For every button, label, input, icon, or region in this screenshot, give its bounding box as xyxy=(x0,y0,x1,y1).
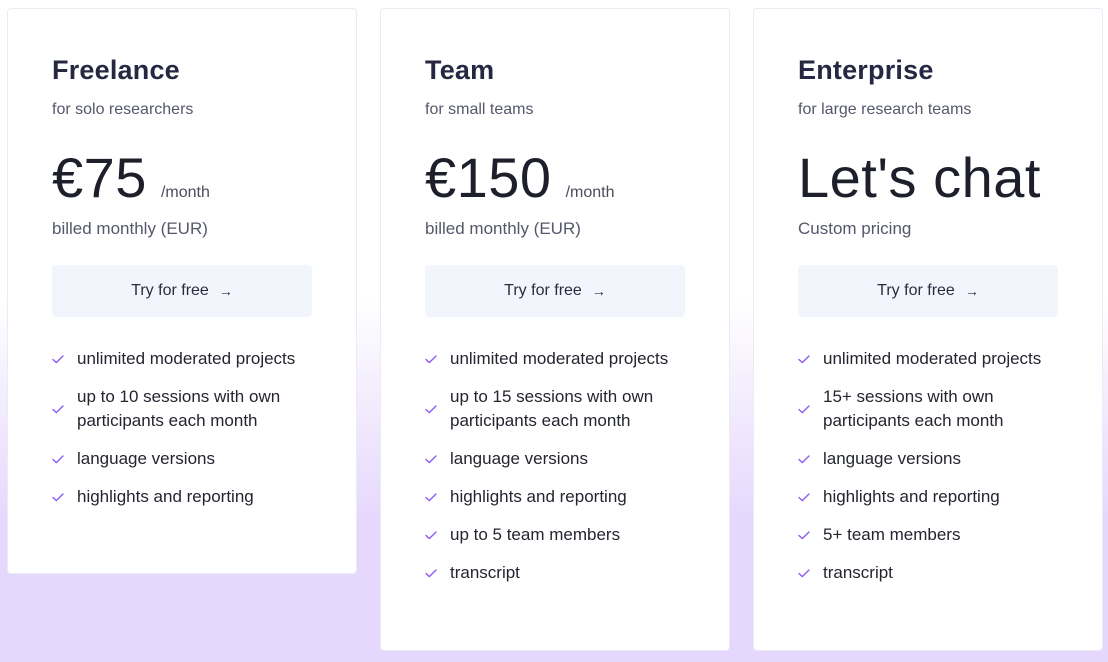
check-icon xyxy=(798,404,812,414)
check-icon xyxy=(425,454,439,464)
feature-text: language versions xyxy=(823,449,961,468)
cta-label: Try for free xyxy=(504,282,582,299)
plan-price: €150 xyxy=(425,146,552,209)
price-row: €150 /month xyxy=(425,145,615,210)
feature-item: highlights and reporting xyxy=(798,485,1068,509)
plan-subtitle: for solo researchers xyxy=(52,101,194,118)
check-icon xyxy=(52,454,66,464)
check-icon xyxy=(425,354,439,364)
feature-text: up to 5 team members xyxy=(450,525,621,544)
feature-item: highlights and reporting xyxy=(52,485,322,509)
feature-item: up to 15 sessions with own participants … xyxy=(425,385,695,433)
feature-text: transcript xyxy=(450,563,520,582)
check-icon xyxy=(798,492,812,502)
feature-text: up to 10 sessions with own participants … xyxy=(77,387,281,430)
feature-list: unlimited moderated projects up to 10 ses… xyxy=(52,347,322,523)
plan-price: €75 xyxy=(52,146,147,209)
feature-item: up to 10 sessions with own participants … xyxy=(52,385,322,433)
billing-note: billed monthly (EUR) xyxy=(52,219,208,238)
check-icon xyxy=(52,492,66,502)
check-icon xyxy=(425,530,439,540)
check-icon xyxy=(52,354,66,364)
plan-card-freelance: Freelance for solo researchers €75 /mont… xyxy=(7,8,357,574)
feature-text: highlights and reporting xyxy=(77,487,254,506)
plan-name: Freelance xyxy=(52,55,180,85)
check-icon xyxy=(52,404,66,414)
plan-card-team: Team for small teams €150 /month billed … xyxy=(380,8,730,651)
price-period: /month xyxy=(565,184,615,201)
cta-label: Try for free xyxy=(131,282,209,299)
plan-name: Team xyxy=(425,55,495,85)
feature-item: 15+ sessions with own participants each … xyxy=(798,385,1068,433)
feature-text: up to 15 sessions with own participants … xyxy=(450,387,654,430)
feature-text: unlimited moderated projects xyxy=(823,349,1042,368)
try-for-free-button[interactable]: Try for free → xyxy=(425,265,685,317)
check-icon xyxy=(798,530,812,540)
arrow-right-icon: → xyxy=(218,283,233,299)
price-period: /month xyxy=(160,184,210,201)
check-icon xyxy=(798,454,812,464)
feature-item: language versions xyxy=(425,447,695,471)
feature-item: unlimited moderated projects xyxy=(798,347,1068,371)
feature-text: transcript xyxy=(823,563,893,582)
feature-text: language versions xyxy=(450,449,588,468)
feature-item: transcript xyxy=(798,561,1068,585)
try-for-free-button[interactable]: Try for free → xyxy=(798,265,1058,317)
feature-item: transcript xyxy=(425,561,695,585)
plan-subtitle: for large research teams xyxy=(798,101,972,118)
arrow-right-icon: → xyxy=(591,283,606,299)
feature-text: unlimited moderated projects xyxy=(450,349,669,368)
check-icon xyxy=(798,354,812,364)
price-row: €75 /month xyxy=(52,145,210,210)
billing-note: Custom pricing xyxy=(798,219,912,238)
feature-item: language versions xyxy=(52,447,322,471)
plan-name: Enterprise xyxy=(798,55,934,85)
feature-item: unlimited moderated projects xyxy=(52,347,322,371)
cta-label: Try for free xyxy=(877,282,955,299)
feature-text: unlimited moderated projects xyxy=(77,349,296,368)
check-icon xyxy=(425,568,439,578)
feature-text: highlights and reporting xyxy=(450,487,627,506)
feature-text: highlights and reporting xyxy=(823,487,1000,506)
arrow-right-icon: → xyxy=(964,283,979,299)
feature-text: 5+ team members xyxy=(823,525,961,544)
feature-item: unlimited moderated projects xyxy=(425,347,695,371)
price-row: Let's chat xyxy=(798,145,1041,210)
feature-list: unlimited moderated projects up to 15 ses… xyxy=(425,347,695,599)
feature-text: language versions xyxy=(77,449,215,468)
feature-item: 5+ team members xyxy=(798,523,1068,547)
feature-text: 15+ sessions with own participants each … xyxy=(823,387,1004,430)
feature-item: up to 5 team members xyxy=(425,523,695,547)
plan-card-enterprise: Enterprise for large research teams Let'… xyxy=(753,8,1103,651)
try-for-free-button[interactable]: Try for free → xyxy=(52,265,312,317)
check-icon xyxy=(425,404,439,414)
billing-note: billed monthly (EUR) xyxy=(425,219,581,238)
feature-item: highlights and reporting xyxy=(425,485,695,509)
plan-price: Let's chat xyxy=(798,146,1041,209)
check-icon xyxy=(425,492,439,502)
check-icon xyxy=(798,568,812,578)
feature-list: unlimited moderated projects 15+ sessions… xyxy=(798,347,1068,599)
feature-item: language versions xyxy=(798,447,1068,471)
plan-subtitle: for small teams xyxy=(425,101,534,118)
